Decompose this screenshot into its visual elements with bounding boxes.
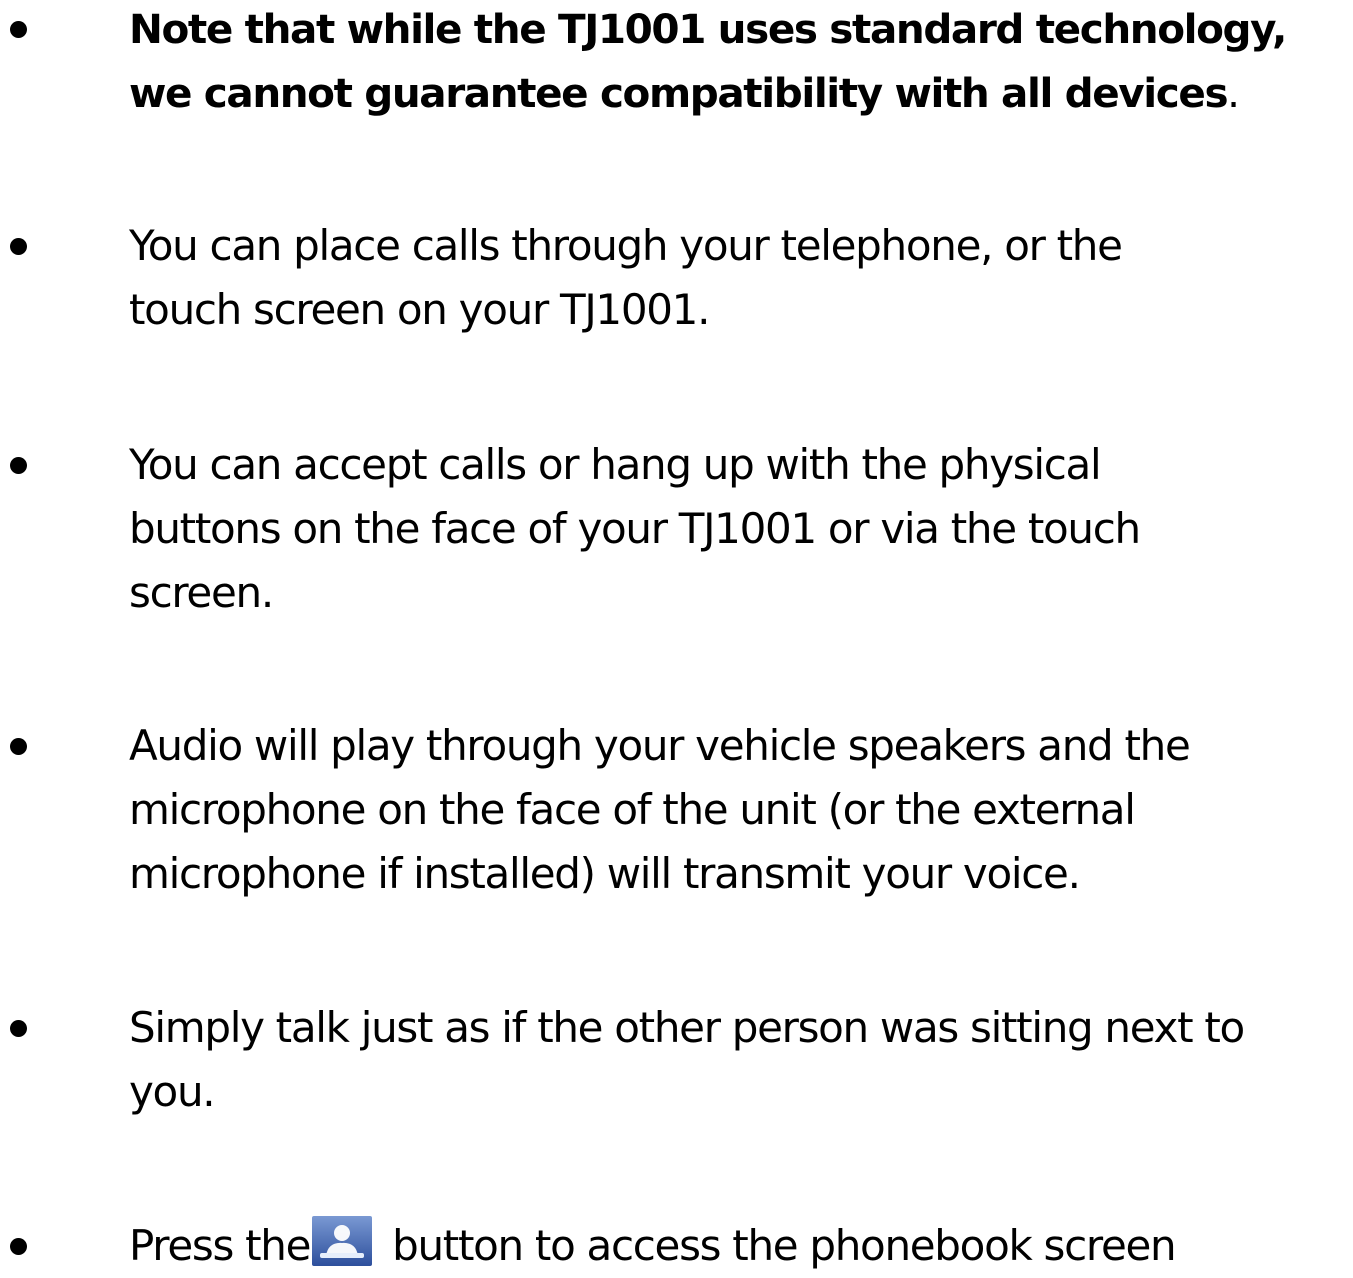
list-item-text: Simply talk just as if the other person … xyxy=(129,996,1351,1124)
text-line: Note that while the TJ1001 uses standard… xyxy=(129,5,1287,53)
text-line: Press the button to access the phonebook … xyxy=(129,1214,1351,1278)
text-segment: we cannot guarantee compatibility with a… xyxy=(129,69,1229,117)
text-line: buttons on the face of your TJ1001 or vi… xyxy=(129,504,1141,553)
text-line: Audio will play through your vehicle spe… xyxy=(129,721,1191,770)
text-line: touch screen on your TJ1001. xyxy=(129,285,710,334)
list-item-text: You can accept calls or hang up with the… xyxy=(129,433,1351,625)
text-line: screen. xyxy=(129,568,274,617)
bullet-dot xyxy=(6,996,30,1060)
text-line: You can place calls through your telepho… xyxy=(129,221,1123,270)
document-page: Note that while the TJ1001 uses standard… xyxy=(0,0,1353,1270)
text-line: you. xyxy=(129,1067,216,1116)
text-line: microphone on the face of the unit (or t… xyxy=(129,785,1136,834)
text-line: Simply talk just as if the other person … xyxy=(129,1003,1245,1052)
text-line: we cannot guarantee compatibility with a… xyxy=(129,61,1351,125)
text-line: You can accept calls or hang up with the… xyxy=(129,440,1102,489)
bullet-dot xyxy=(6,433,30,497)
text-segment: button to access the phonebook screen xyxy=(392,1221,1177,1270)
phonebook-icon xyxy=(312,1216,373,1266)
text-segment: Press the xyxy=(129,1221,311,1270)
text-line: microphone if installed) will transmit y… xyxy=(129,849,1081,898)
list-item-text: Press the button to access the phonebook … xyxy=(129,1214,1351,1278)
trailing-period: . xyxy=(1227,69,1240,117)
bullet-dot xyxy=(6,1214,30,1278)
bullet-dot xyxy=(6,714,30,778)
list-item-text: Audio will play through your vehicle spe… xyxy=(129,714,1351,906)
list-item-text: Note that while the TJ1001 uses standard… xyxy=(129,0,1351,125)
list-item-text: You can place calls through your telepho… xyxy=(129,214,1351,342)
bullet-dot xyxy=(6,214,30,278)
bullet-dot xyxy=(6,0,30,61)
